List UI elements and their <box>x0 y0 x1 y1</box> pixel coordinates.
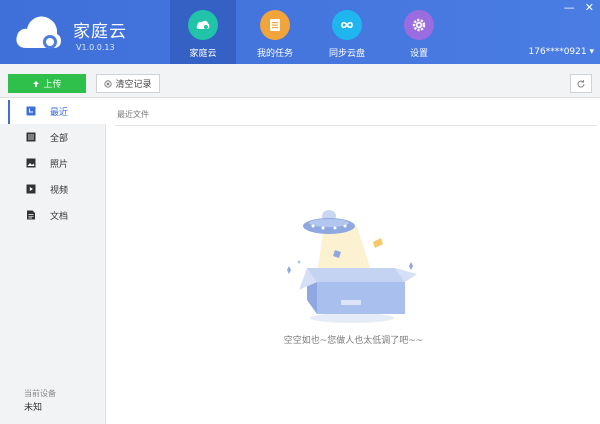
nav-sync-drive[interactable]: 同步云盘 <box>314 0 380 64</box>
task-list-icon <box>260 10 290 40</box>
cloud-icon <box>188 10 218 40</box>
sync-icon <box>332 10 362 40</box>
window-controls: — ✕ <box>564 2 594 14</box>
upload-button[interactable]: 上传 <box>8 74 86 93</box>
upload-label: 上传 <box>43 80 62 90</box>
section-divider <box>115 125 597 126</box>
photo-icon <box>26 158 36 168</box>
nav-label: 家庭云 <box>189 49 217 59</box>
close-button[interactable]: ✕ <box>585 2 594 14</box>
main-content: 最近文件 空空如也~您做人也太低调了吧~~ <box>107 98 600 424</box>
app-version: V1.0.0.13 <box>76 43 115 52</box>
toolbar: 上传 清空记录 <box>0 64 600 98</box>
app-header: 家庭云 V1.0.0.13 家庭云 我的任务 同步云盘 设置 — ✕ 176**… <box>0 0 600 64</box>
app-title: 家庭云 <box>73 22 127 42</box>
section-title: 最近文件 <box>117 110 149 119</box>
empty-box-ufo-illustration <box>287 210 417 323</box>
list-icon <box>26 132 36 142</box>
nav-label: 我的任务 <box>256 49 293 59</box>
sidebar-item-all[interactable]: 全部 <box>0 124 106 150</box>
sidebar: 最近 全部 照片 视频 文档 当前设备 未知 <box>0 98 106 424</box>
current-device-label: 当前设备 <box>24 389 56 398</box>
app-logo-icon <box>16 16 61 49</box>
sidebar-item-label: 最近 <box>50 108 69 118</box>
sidebar-item-label: 视频 <box>50 186 69 196</box>
user-account-dropdown[interactable]: 176****0921 ▾ <box>529 47 594 57</box>
clear-icon <box>104 79 113 88</box>
upload-icon <box>33 80 40 87</box>
document-icon <box>27 210 35 220</box>
empty-state-message: 空空如也~您做人也太低调了吧~~ <box>283 336 424 346</box>
nav-my-tasks[interactable]: 我的任务 <box>242 0 308 64</box>
sidebar-item-photos[interactable]: 照片 <box>0 150 106 176</box>
nav-family-cloud[interactable]: 家庭云 <box>170 0 236 64</box>
gear-icon <box>404 10 434 40</box>
current-device-value: 未知 <box>24 403 43 413</box>
minimize-button[interactable]: — <box>564 2 575 14</box>
nav-label: 同步云盘 <box>328 49 365 59</box>
sidebar-item-label: 文档 <box>50 212 69 222</box>
video-icon <box>26 184 36 194</box>
sidebar-item-recent[interactable]: 最近 <box>0 98 106 124</box>
sidebar-item-label: 全部 <box>50 134 69 144</box>
clear-records-button[interactable]: 清空记录 <box>96 74 160 93</box>
nav-label: 设置 <box>409 49 428 59</box>
refresh-icon <box>577 79 585 87</box>
sidebar-item-documents[interactable]: 文档 <box>0 202 106 228</box>
clock-icon <box>26 106 36 116</box>
sidebar-item-videos[interactable]: 视频 <box>0 176 106 202</box>
clear-label: 清空记录 <box>115 80 152 90</box>
nav-settings[interactable]: 设置 <box>386 0 452 64</box>
sidebar-item-label: 照片 <box>50 160 69 170</box>
refresh-button[interactable] <box>570 74 592 93</box>
